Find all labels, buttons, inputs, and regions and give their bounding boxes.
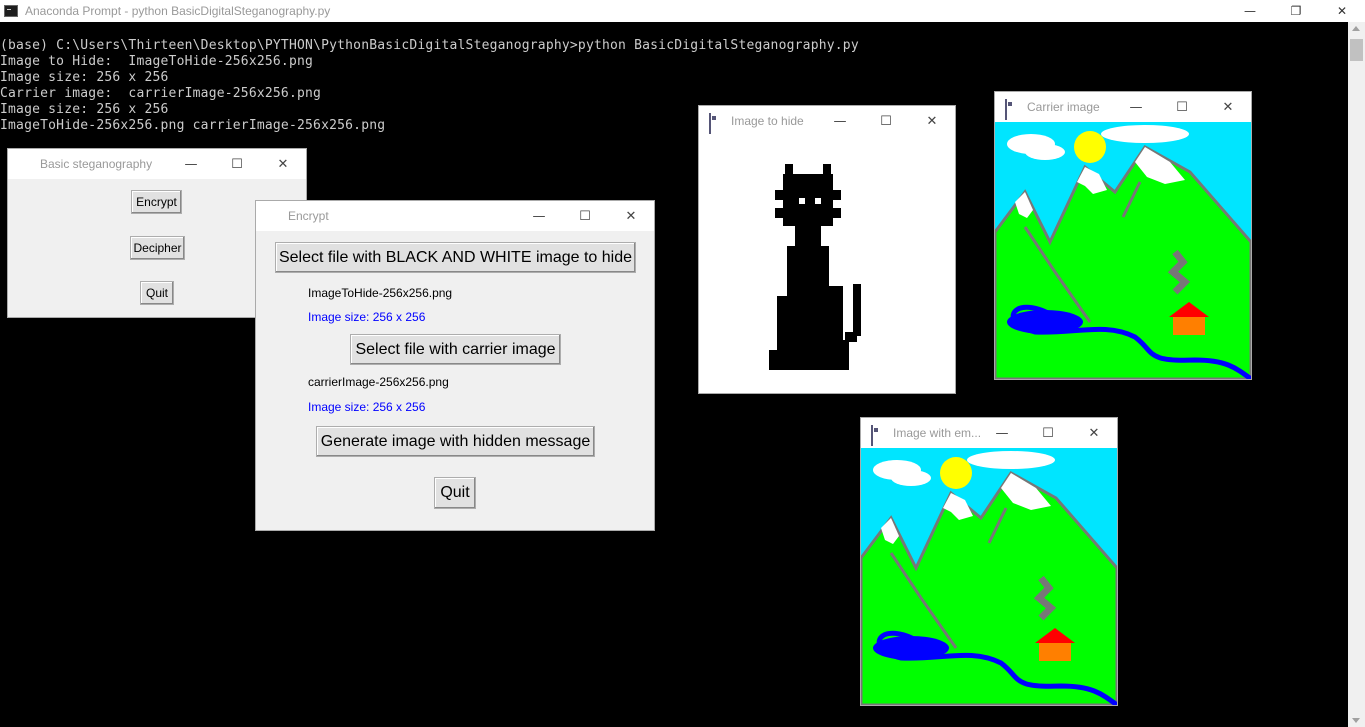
carrier-image-titlebar: Carrier image — ☐ ✕ — [995, 92, 1251, 122]
encrypt-window-title: Encrypt — [288, 209, 329, 223]
close-button[interactable]: ✕ — [1071, 418, 1117, 448]
image-icon — [709, 113, 723, 134]
cat-silhouette-image — [699, 136, 955, 393]
encrypt-window-titlebar: Encrypt — ☐ ✕ — [256, 201, 654, 231]
minimize-button[interactable]: — — [168, 149, 214, 179]
maximize-button[interactable]: ☐ — [1159, 92, 1205, 122]
hide-size-label: Image size: 256 x 256 — [308, 310, 426, 324]
console-scrollbar[interactable] — [1348, 22, 1365, 727]
image-to-hide-window: Image to hide — ☐ ✕ — [698, 105, 956, 394]
maximize-button[interactable]: ☐ — [214, 149, 260, 179]
carrier-size-label: Image size: 256 x 256 — [308, 400, 426, 414]
select-carrier-button[interactable]: Select file with carrier image — [350, 334, 561, 365]
image-to-hide-titlebar: Image to hide — ☐ ✕ — [699, 106, 955, 136]
result-image — [861, 448, 1117, 705]
minimize-button[interactable]: — — [979, 418, 1025, 448]
minimize-button[interactable]: — — [1227, 0, 1273, 22]
scroll-up-icon[interactable] — [1352, 26, 1360, 31]
minimize-button[interactable]: — — [516, 201, 562, 231]
encrypt-button[interactable]: Encrypt — [131, 190, 182, 214]
scroll-thumb[interactable] — [1350, 39, 1363, 61]
console-line: (base) C:\Users\Thirteen\Desktop\PYTHON\… — [0, 38, 859, 53]
main-window-titlebar: Basic steganography — ☐ ✕ — [8, 149, 306, 179]
carrier-image — [995, 122, 1251, 379]
console-line: Image to Hide: ImageToHide-256x256.png — [0, 54, 314, 69]
close-button[interactable]: ✕ — [260, 149, 306, 179]
hidden-image — [699, 136, 955, 393]
quit-button[interactable]: Quit — [140, 281, 174, 305]
minimize-button[interactable]: — — [1113, 92, 1159, 122]
close-button[interactable]: ✕ — [1319, 0, 1365, 22]
console-titlebar: Anaconda Prompt - python BasicDigitalSte… — [0, 0, 1365, 22]
restore-button[interactable]: ❐ — [1273, 0, 1319, 22]
close-button[interactable]: ✕ — [608, 201, 654, 231]
image-to-hide-title: Image to hide — [731, 114, 804, 128]
close-button[interactable]: ✕ — [909, 106, 955, 136]
result-image-title: Image with em... — [893, 426, 982, 440]
carrier-image-window: Carrier image — ☐ ✕ — [994, 91, 1252, 380]
encrypt-window: Encrypt — ☐ ✕ Select file with BLACK AND… — [255, 200, 655, 531]
feather-icon — [18, 157, 32, 171]
console-line: Image size: 256 x 256 — [0, 70, 169, 85]
result-image-titlebar: Image with em... — ☐ ✕ — [861, 418, 1117, 448]
maximize-button[interactable]: ☐ — [562, 201, 608, 231]
hide-filename-label: ImageToHide-256x256.png — [308, 286, 453, 300]
carrier-image-title: Carrier image — [1027, 100, 1100, 114]
terminal-icon — [4, 5, 18, 17]
decipher-button[interactable]: Decipher — [130, 236, 185, 260]
result-image-window: Image with em... — ☐ ✕ — [860, 417, 1118, 706]
image-icon — [871, 425, 885, 446]
main-window-title: Basic steganography — [40, 157, 153, 171]
scroll-down-icon[interactable] — [1352, 718, 1360, 723]
feather-icon — [266, 209, 280, 223]
generate-button[interactable]: Generate image with hidden message — [316, 426, 595, 457]
minimize-button[interactable]: — — [817, 106, 863, 136]
landscape-image — [861, 448, 1117, 705]
maximize-button[interactable]: ☐ — [1025, 418, 1071, 448]
console-title: Anaconda Prompt - python BasicDigitalSte… — [25, 4, 331, 18]
close-button[interactable]: ✕ — [1205, 92, 1251, 122]
landscape-image — [995, 122, 1251, 379]
maximize-button[interactable]: ☐ — [863, 106, 909, 136]
image-icon — [1005, 99, 1019, 120]
select-bw-image-button[interactable]: Select file with BLACK AND WHITE image t… — [275, 242, 636, 273]
carrier-filename-label: carrierImage-256x256.png — [308, 375, 449, 389]
quit-button[interactable]: Quit — [434, 477, 476, 509]
